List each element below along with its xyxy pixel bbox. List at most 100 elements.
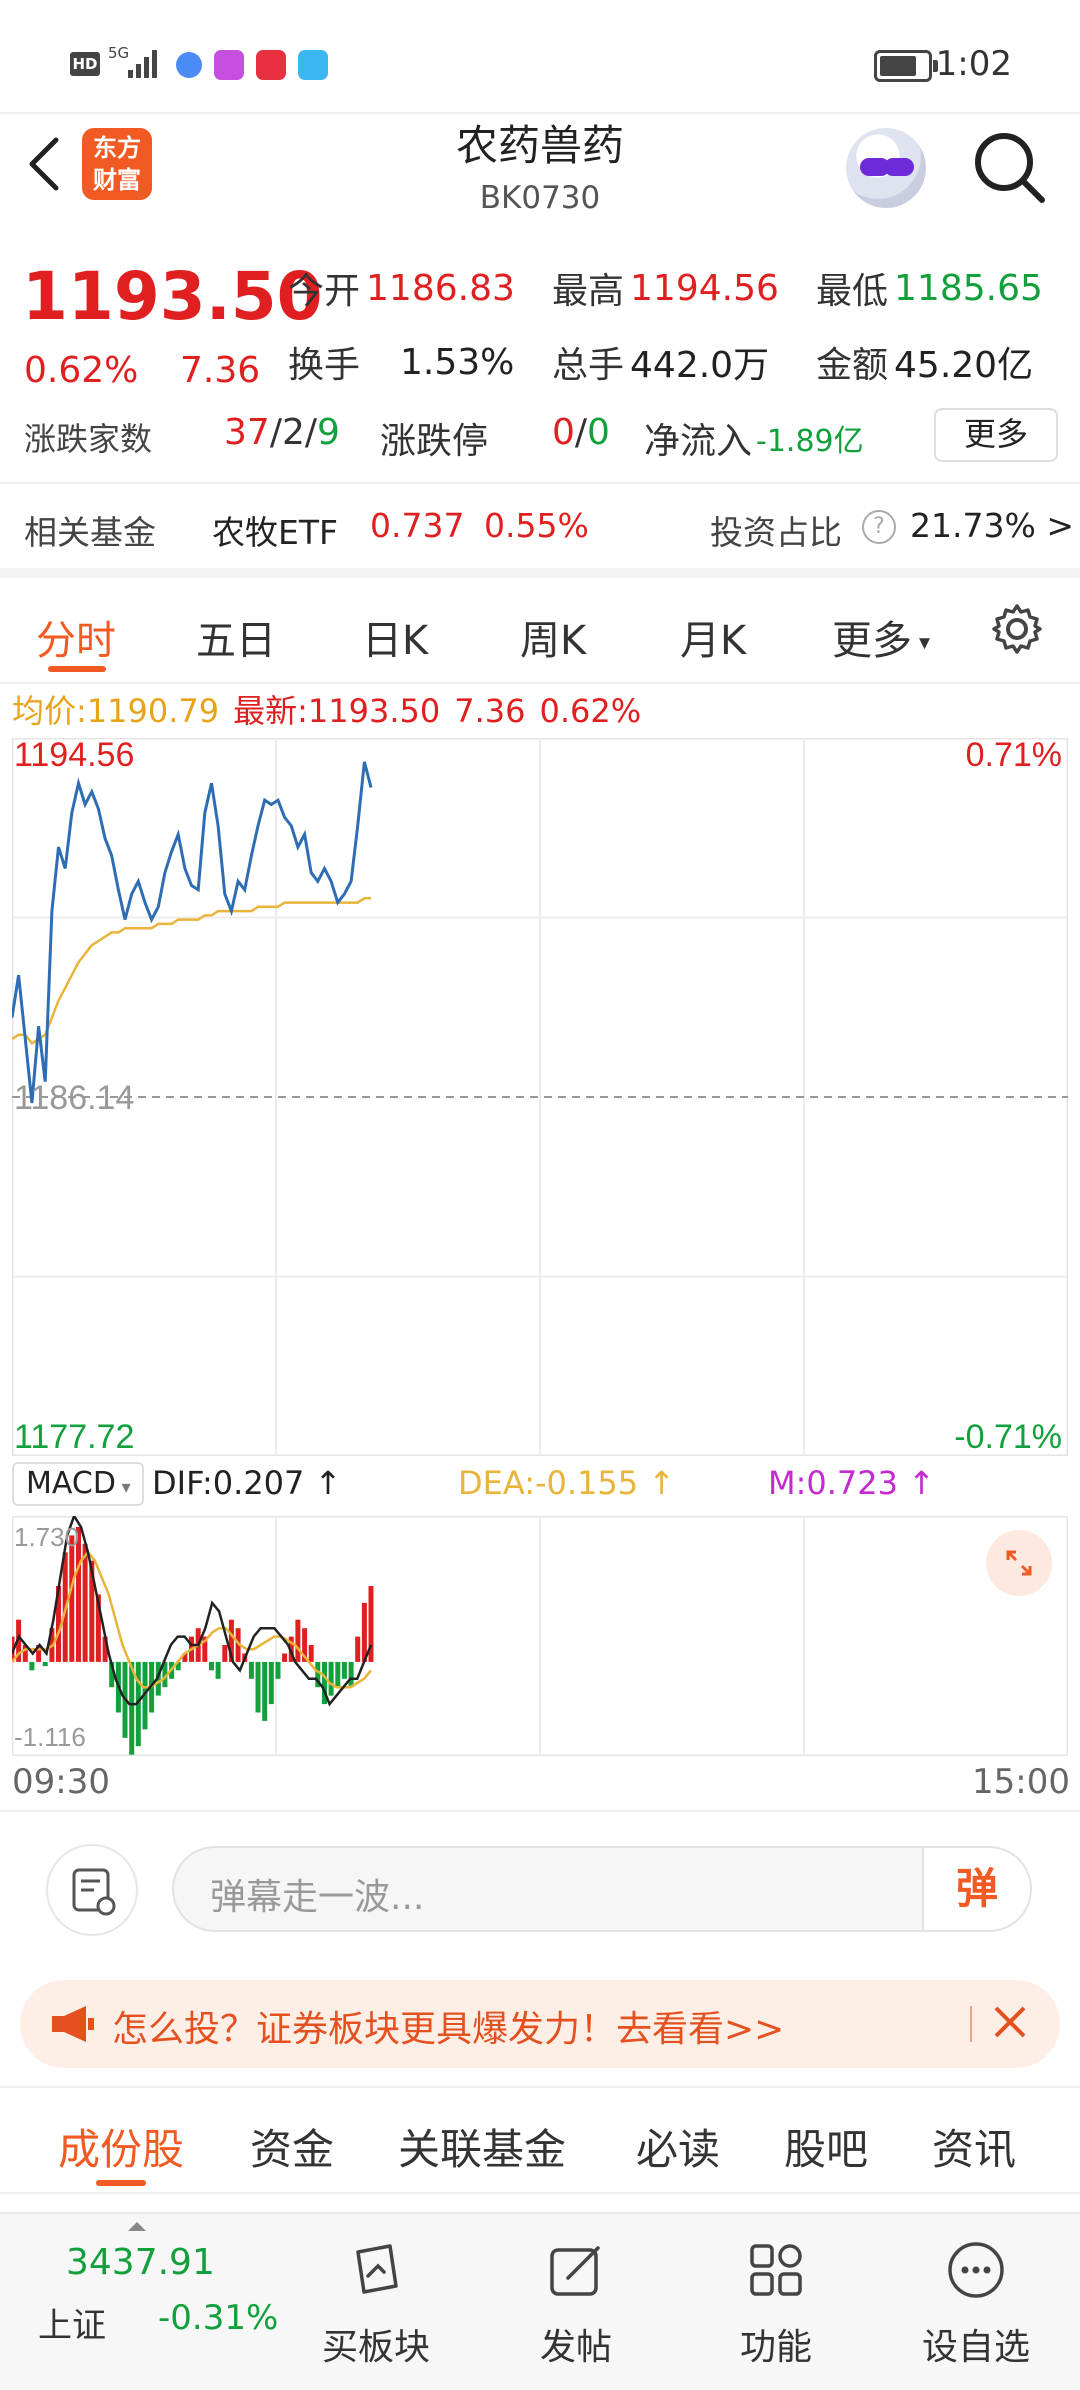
promo-text[interactable]: 怎么投？证券板块更具爆发力！去看看>> xyxy=(112,2000,784,2052)
macd-bar xyxy=(308,1645,314,1662)
app-icon-video xyxy=(214,50,244,80)
tab-five-day[interactable]: 五日 xyxy=(196,608,276,666)
divider xyxy=(0,1810,1080,1812)
tab-underline xyxy=(96,2180,146,2186)
macd-bar xyxy=(335,1661,341,1688)
pct-max-label: 0.71% xyxy=(966,738,1062,774)
macd-bar xyxy=(248,1661,254,1679)
tab-more[interactable]: 更多 ▾ xyxy=(832,608,930,666)
tab-weekly-k[interactable]: 周K xyxy=(520,608,586,666)
y-mid-label: 1186.14 xyxy=(14,1079,134,1117)
index-pct: -0.31% xyxy=(158,2298,279,2338)
nav-add-watchlist[interactable]: 设自选 xyxy=(876,2214,1076,2390)
chart-tabs: 分时 五日 日K 周K 月K 更多 ▾ xyxy=(0,568,1080,684)
hd-icon: HD xyxy=(70,52,100,76)
status-bar: HD 5G 1:02 xyxy=(0,0,1080,120)
avg-price-line xyxy=(12,897,371,1045)
edit-icon xyxy=(550,2246,600,2296)
y-max-label: 1194.56 xyxy=(14,738,134,774)
fund-price: 0.737 xyxy=(370,506,465,545)
macd-bar xyxy=(328,1661,334,1696)
macd-y-max: 1.730 xyxy=(14,1522,79,1552)
macd-bar xyxy=(355,1636,361,1662)
more-dots-icon xyxy=(948,2242,1004,2298)
search-icon[interactable] xyxy=(970,128,1050,208)
tab-constituents[interactable]: 成份股 xyxy=(58,2116,184,2177)
limit-count: 0/0 xyxy=(552,412,610,453)
tab-intraday[interactable]: 分时 xyxy=(36,608,116,666)
signal-icon xyxy=(128,50,157,78)
index-value[interactable]: 3437.91 xyxy=(66,2242,215,2283)
macd-chart[interactable]: 1.730 -1.116 xyxy=(12,1516,1068,1756)
time-end: 15:00 xyxy=(972,1762,1070,1802)
tab-news[interactable]: 资讯 xyxy=(932,2116,1016,2177)
index-name[interactable]: 上证 xyxy=(38,2298,106,2347)
updown-label: 涨跌家数 xyxy=(24,420,153,458)
danmu-toggle-button[interactable]: 弹 xyxy=(922,1848,1030,1930)
app-icon-weather xyxy=(298,50,328,80)
macd-bar xyxy=(215,1661,221,1679)
tab-forum[interactable]: 股吧 xyxy=(784,2116,868,2177)
pct-min-label: -0.71% xyxy=(954,1418,1062,1456)
ratio-value[interactable]: 21.73% > xyxy=(910,506,1074,545)
macd-bar xyxy=(129,1661,135,1755)
fund-name[interactable]: 农牧ETF xyxy=(212,506,338,554)
grid-icon xyxy=(750,2244,802,2296)
inflow-stat: 净流入 -1.89亿 xyxy=(644,421,864,462)
macd-bar xyxy=(348,1661,354,1688)
volume-stat: 总手 442.0万 xyxy=(552,345,770,386)
danmu-input[interactable]: 弹幕走一波... 弹 xyxy=(172,1846,1032,1932)
macd-bar xyxy=(42,1661,48,1667)
change-value: 7.36 xyxy=(180,350,261,391)
price-line xyxy=(12,761,373,1104)
nav-post[interactable]: 发帖 xyxy=(476,2214,676,2390)
avg-latest-line: 均价:1190.79 最新:1193.50 7.36 0.62% xyxy=(12,692,642,730)
tab-daily-k[interactable]: 日K xyxy=(362,608,428,666)
assistant-robot-icon[interactable] xyxy=(846,128,926,208)
related-fund-row[interactable]: 相关基金 农牧ETF 0.737 0.55% 投资占比 ? 21.73% > xyxy=(0,482,1080,568)
m-value: M:0.723 ↑ xyxy=(768,1464,935,1502)
help-icon[interactable]: ? xyxy=(862,510,896,544)
dea-value: DEA:-0.155 ↑ xyxy=(458,1464,676,1502)
buy-sector-icon xyxy=(356,2244,398,2294)
updown-count: 37/2/9 xyxy=(224,412,340,453)
expand-icon[interactable] xyxy=(986,1530,1052,1596)
fund-label: 相关基金 xyxy=(24,513,156,552)
change-pct: 0.62% xyxy=(24,350,139,391)
more-button[interactable]: 更多 xyxy=(934,408,1058,462)
close-icon[interactable] xyxy=(982,1994,1038,2050)
macd-bar xyxy=(341,1661,347,1679)
macd-y-min: -1.116 xyxy=(14,1722,86,1752)
open-stat: 今开 1186.83 xyxy=(288,267,515,313)
comment-list-icon[interactable] xyxy=(46,1844,138,1936)
high-stat: 最高 1194.56 xyxy=(552,267,779,313)
nav-buy-sector[interactable]: 买板块 xyxy=(276,2214,476,2390)
tab-funds-flow[interactable]: 资金 xyxy=(250,2116,334,2177)
tab-related-funds[interactable]: 关联基金 xyxy=(398,2116,566,2177)
battery-icon xyxy=(874,50,938,82)
tab-must-read[interactable]: 必读 xyxy=(636,2116,720,2177)
indicator-select[interactable]: MACD ▾ xyxy=(12,1462,144,1506)
app-icon-browser xyxy=(176,52,202,78)
promo-banner[interactable]: 怎么投？证券板块更具爆发力！去看看>> xyxy=(20,1980,1060,2068)
clock: 1:02 xyxy=(935,44,1012,84)
network-label: 5G xyxy=(108,44,130,62)
time-start: 09:30 xyxy=(12,1762,110,1802)
content-tabs: 成份股 资金 关联基金 必读 股吧 资讯 xyxy=(0,2086,1080,2194)
dif-value: DIF:0.207 ↑ xyxy=(152,1464,342,1502)
macd-bar xyxy=(295,1619,301,1662)
macd-bar xyxy=(262,1661,268,1721)
tab-underline xyxy=(48,666,106,672)
settings-gear-icon[interactable] xyxy=(990,602,1044,656)
nav-functions[interactable]: 功能 xyxy=(676,2214,876,2390)
macd-bar xyxy=(209,1661,214,1671)
macd-bar xyxy=(275,1661,281,1679)
bottom-navbar: 3437.91 上证 -0.31% 买板块 发帖 功能 设自选 xyxy=(0,2212,1080,2390)
macd-bar xyxy=(69,1535,75,1662)
macd-bar xyxy=(255,1661,261,1713)
intraday-chart[interactable]: 1194.56 1186.14 1177.72 0.71% -0.71% xyxy=(12,738,1068,1456)
caret-up-icon xyxy=(128,2222,146,2231)
macd-bar xyxy=(29,1661,35,1671)
tab-monthly-k[interactable]: 月K xyxy=(680,608,746,666)
turnover-stat: 换手 1.53% xyxy=(288,341,515,387)
